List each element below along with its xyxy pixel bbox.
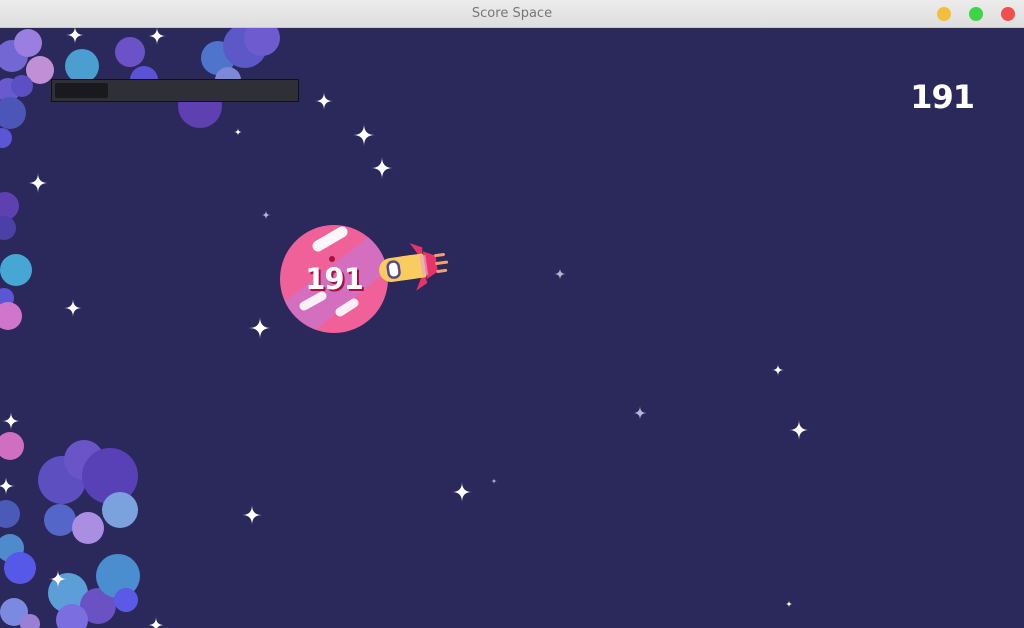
nebula-clouds-top: [0, 28, 280, 330]
close-button[interactable]: [1001, 7, 1015, 21]
score-counter: 191: [910, 78, 975, 116]
progress-bar: [51, 79, 299, 102]
planet-score-label: 191: [305, 262, 364, 296]
starfield: [0, 28, 809, 628]
maximize-button[interactable]: [969, 7, 983, 21]
minimize-button[interactable]: [937, 7, 951, 21]
space-scene: [0, 28, 809, 628]
progress-fill: [55, 83, 108, 98]
nebula-clouds-bottom: [0, 432, 140, 628]
game-canvas[interactable]: 191 191: [0, 28, 1024, 628]
title-bar: Score Space: [0, 0, 1024, 28]
window-title: Score Space: [471, 6, 553, 21]
